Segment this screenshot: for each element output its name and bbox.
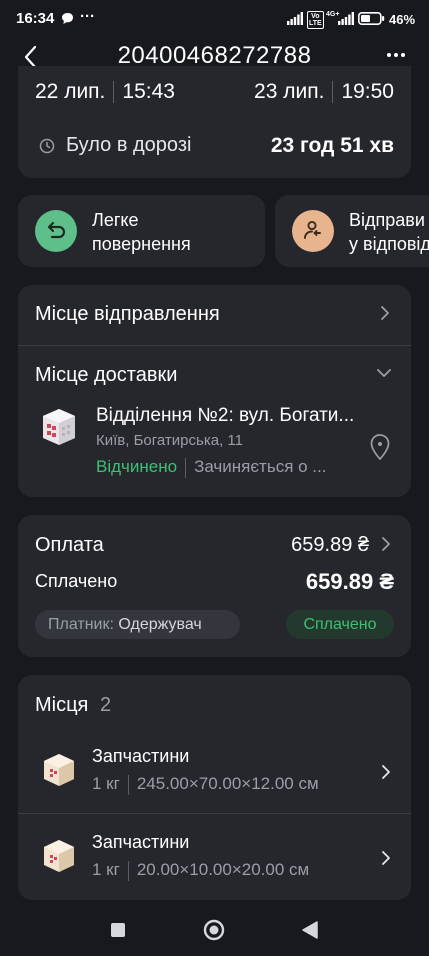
svg-text:4G+: 4G+ xyxy=(326,11,339,18)
payer-label: Платник: xyxy=(48,616,114,633)
send-reply-line1: Відправи xyxy=(349,210,425,230)
place-weight: 1 кг xyxy=(92,774,120,793)
arrive-time: 19:50 xyxy=(341,80,394,103)
depart-time: 15:43 xyxy=(122,80,175,103)
back-nav-button[interactable] xyxy=(301,920,319,945)
paid-status-text: Сплачено xyxy=(303,616,377,633)
parcel-box-icon xyxy=(41,837,77,880)
arrive-date: 23 лип. xyxy=(254,80,325,103)
chevron-right-icon xyxy=(382,765,390,779)
square-icon xyxy=(111,923,125,937)
paid-status-badge: Сплачено xyxy=(286,610,394,639)
trip-card: 22 лип. 15:43 23 лип. 19:50 Було в дорозі … xyxy=(18,66,411,178)
place-dims: 20.00×10.00×20.00 см xyxy=(136,860,310,879)
volte-icon: Vo LTE xyxy=(307,11,324,29)
branch-address: Київ, Богатирська, 11 xyxy=(96,432,243,449)
home-circle-icon xyxy=(203,919,225,941)
payer-value: Одержувач xyxy=(118,616,202,633)
duration-label: Було в дорозі xyxy=(66,134,192,156)
place-item[interactable]: Запчастини 1 кг 245.00×70.00×12.00 см xyxy=(18,729,411,813)
branch-name: Відділення №2: вул. Богати... xyxy=(96,405,355,426)
places-card: Місця 2 Запчастини 1 кг 245.00×70.00×12.0… xyxy=(18,675,411,900)
paid-amount: 659.89 ₴ xyxy=(305,569,394,594)
recent-apps-button[interactable] xyxy=(110,922,126,943)
return-arrow-icon xyxy=(35,210,77,252)
status-time: 16:34 xyxy=(16,10,55,27)
depart-datetime: 22 лип. 15:43 xyxy=(35,80,175,104)
triangle-back-icon xyxy=(302,921,318,939)
payer-badge: Платник: Одержувач xyxy=(35,610,240,639)
place-details: 1 кг 20.00×10.00×20.00 см xyxy=(92,860,309,881)
signal-icon xyxy=(287,12,303,30)
destination-label: Місце доставки xyxy=(35,364,178,386)
battery-icon xyxy=(358,12,385,30)
chat-bubble-icon xyxy=(61,12,74,30)
place-weight: 1 кг xyxy=(92,860,120,879)
send-reply-button[interactable]: Відправи у відповід xyxy=(275,195,429,267)
parcel-box-icon xyxy=(41,751,77,794)
battery-percent: 46% xyxy=(389,12,416,27)
place-details: 1 кг 245.00×70.00×12.00 см xyxy=(92,774,319,795)
map-pin-button[interactable] xyxy=(369,433,391,466)
easy-return-button[interactable]: Легке повернення xyxy=(18,195,265,267)
depart-date: 22 лип. xyxy=(35,80,106,103)
send-reply-line2: у відповід xyxy=(349,234,429,254)
chevron-right-icon xyxy=(382,537,390,551)
map-pin-icon xyxy=(370,434,390,461)
arrive-datetime: 23 лип. 19:50 xyxy=(254,80,394,104)
payment-amount: 659.89 ₴ xyxy=(291,534,369,556)
person-arrow-icon xyxy=(292,210,334,252)
place-item[interactable]: Запчастини 1 кг 20.00×10.00×20.00 см xyxy=(18,814,411,900)
home-button[interactable] xyxy=(203,919,225,946)
origin-row[interactable]: Місце відправлення xyxy=(18,285,411,345)
duration-value: 23 год 51 хв xyxy=(270,134,394,157)
more-notifications-icon: ··· xyxy=(80,8,95,25)
place-name: Запчастини xyxy=(92,746,190,766)
chevron-down-icon xyxy=(377,369,391,377)
paid-label: Сплачено xyxy=(35,571,118,591)
place-dims: 245.00×70.00×12.00 см xyxy=(136,774,319,793)
route-card: Місце відправлення Місце доставки Відділ… xyxy=(18,285,411,497)
place-name: Запчастини xyxy=(92,832,190,852)
places-title: Місця xyxy=(35,694,89,716)
payment-row[interactable]: Оплата 659.89 ₴ xyxy=(18,515,411,571)
origin-label: Місце відправлення xyxy=(35,303,220,325)
chevron-right-icon xyxy=(382,851,390,865)
clock-icon xyxy=(39,138,55,159)
places-count: 2 xyxy=(99,694,112,716)
chevron-right-icon xyxy=(381,306,389,320)
status-bar: 16:34 ··· Vo LTE 4G+ 46% xyxy=(0,0,429,38)
branch-hours: Відчинено Зачиняється о ... xyxy=(96,457,326,478)
payment-card: Оплата 659.89 ₴ Сплачено 659.89 ₴ Платни… xyxy=(18,515,411,657)
payment-label: Оплата xyxy=(35,534,104,556)
closing-time: Зачиняється о ... xyxy=(194,457,327,476)
status-open: Відчинено xyxy=(96,457,178,476)
easy-return-line1: Легке xyxy=(92,210,139,230)
easy-return-line2: повернення xyxy=(92,234,191,254)
destination-header[interactable]: Місце доставки xyxy=(18,346,411,400)
system-nav-bar xyxy=(0,906,429,956)
signal-4g-icon: 4G+ xyxy=(326,9,354,31)
branch-building-icon xyxy=(38,403,80,454)
places-header: Місця 2 xyxy=(35,694,111,717)
